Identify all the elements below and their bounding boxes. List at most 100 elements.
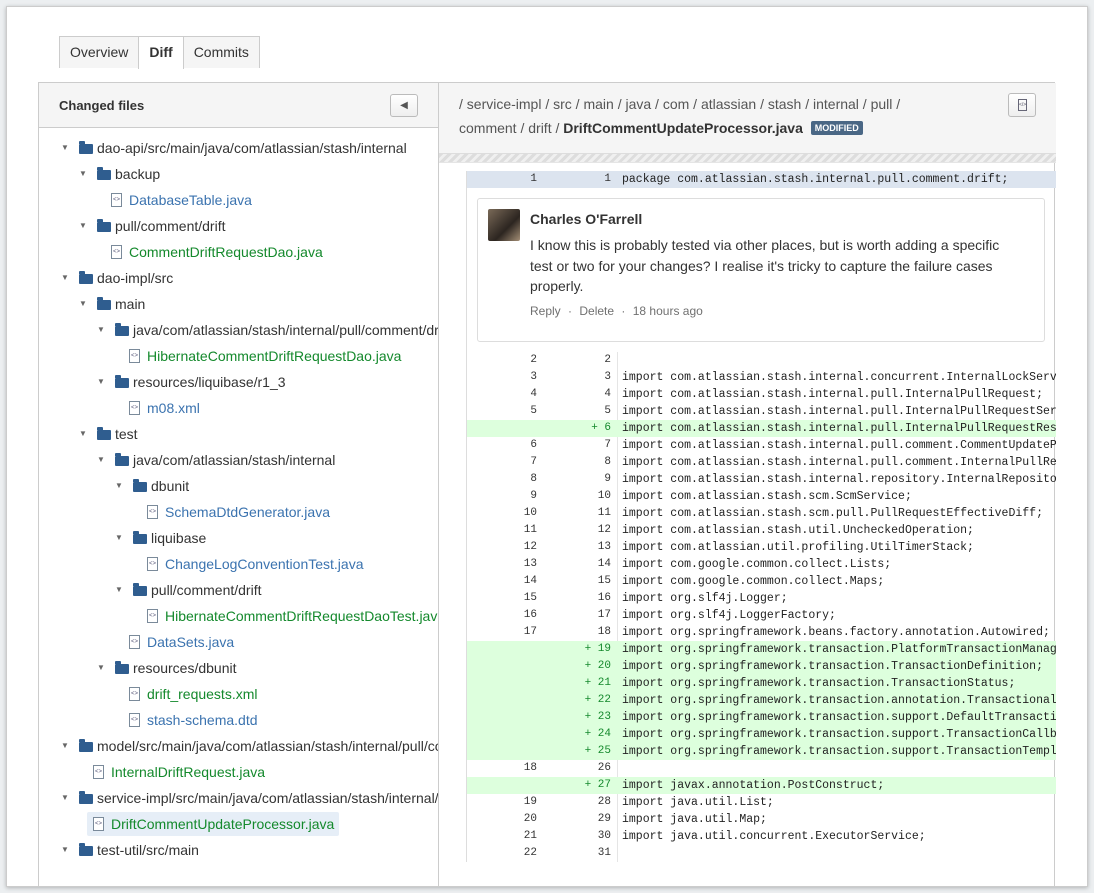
diff-line[interactable]: 17 18 import org.springframework.beans.fac…: [467, 624, 1056, 641]
diff-line[interactable]: 16 17 import org.slf4j.LoggerFactory;: [467, 607, 1056, 624]
new-line-number: 7: [604, 439, 611, 451]
diff-line[interactable]: 4 4 import com.atlassian.stash.internal.pu…: [467, 386, 1056, 403]
diff-line[interactable]: 5 5 import com.atlassian.stash.internal.pu…: [467, 403, 1056, 420]
diff-line[interactable]: 9 10 import com.atlassian.stash.scm.ScmSer…: [467, 488, 1056, 505]
tab-overview[interactable]: Overview: [59, 36, 140, 68]
tree-folder-row[interactable]: ▼ model/src/main/java/com/atlassian/stash…: [39, 733, 438, 759]
gutter-divider: [617, 437, 618, 454]
tree-folder-row[interactable]: ▼ dao-api/src/main/java/com/atlassian/sta…: [39, 135, 438, 161]
tree-file-row[interactable]: <> SchemaDtdGenerator.java: [39, 499, 438, 525]
tree-file-row[interactable]: <> DatabaseTable.java: [39, 187, 438, 213]
file-link[interactable]: HibernateCommentDriftRequestDaoTest.java: [165, 603, 438, 629]
diff-line-added[interactable]: + 27 import javax.annotation.PostConstruc…: [467, 777, 1056, 794]
chevron-down-icon[interactable]: ▼: [115, 473, 125, 499]
chevron-down-icon[interactable]: ▼: [61, 265, 71, 291]
file-link[interactable]: drift_requests.xml: [147, 681, 257, 707]
tree-file-row[interactable]: <> HibernateCommentDriftRequestDaoTest.ja…: [39, 603, 438, 629]
diff-line[interactable]: 1 1 package com.atlassian.stash.internal…: [467, 171, 1056, 188]
file-link[interactable]: DataSets.java: [147, 629, 234, 655]
tab-diff[interactable]: Diff: [138, 36, 184, 69]
diff-line[interactable]: 21 30 import java.util.concurrent.Executor…: [467, 828, 1056, 845]
chevron-down-icon[interactable]: ▼: [97, 447, 107, 473]
diff-line[interactable]: 6 7 import com.atlassian.stash.internal.pu…: [467, 437, 1056, 454]
tree-file-row[interactable]: <> HibernateCommentDriftRequestDao.java: [39, 343, 438, 369]
diff-line[interactable]: 22 31: [467, 845, 1056, 862]
diff-line[interactable]: 19 28 import java.util.List;: [467, 794, 1056, 811]
reply-link[interactable]: Reply: [530, 304, 561, 318]
tree-folder-row[interactable]: ▼ java/com/atlassian/stash/internal: [39, 447, 438, 473]
chevron-down-icon[interactable]: ▼: [61, 135, 71, 161]
diff-line-added[interactable]: + 20 import org.springframework.transacti…: [467, 658, 1056, 675]
tree-folder-row[interactable]: ▼ main: [39, 291, 438, 317]
chevron-down-icon[interactable]: ▼: [97, 655, 107, 681]
diff-line[interactable]: 10 11 import com.atlassian.stash.scm.pull.…: [467, 505, 1056, 522]
tree-folder-row[interactable]: ▼ resources/dbunit: [39, 655, 438, 681]
diff-line-added[interactable]: + 19 import org.springframework.transacti…: [467, 641, 1056, 658]
tree-folder-row[interactable]: ▼ java/com/atlassian/stash/internal/pull/…: [39, 317, 438, 343]
tree-file-row[interactable]: <> InternalDriftRequest.java: [39, 759, 438, 785]
diff-line-added[interactable]: + 25 import org.springframework.transacti…: [467, 743, 1056, 760]
diff-line-added[interactable]: + 23 import org.springframework.transacti…: [467, 709, 1056, 726]
collapse-sidebar-button[interactable]: ◀: [390, 94, 418, 117]
diff-line[interactable]: 14 15 import com.google.common.collect.Map…: [467, 573, 1056, 590]
chevron-down-icon[interactable]: ▼: [115, 525, 125, 551]
diff-line[interactable]: 13 14 import com.google.common.collect.Lis…: [467, 556, 1056, 573]
diff-line[interactable]: 3 3 import com.atlassian.stash.internal.co…: [467, 369, 1056, 386]
tree-folder-row[interactable]: ▼ pull/comment/drift: [39, 577, 438, 603]
tree-file-row[interactable]: <> DataSets.java: [39, 629, 438, 655]
diff-line-added[interactable]: + 24 import org.springframework.transacti…: [467, 726, 1056, 743]
delete-link[interactable]: Delete: [579, 304, 614, 318]
file-link[interactable]: DriftCommentUpdateProcessor.java: [111, 811, 334, 837]
diff-line[interactable]: 7 8 import com.atlassian.stash.internal.pu…: [467, 454, 1056, 471]
tree-file-row[interactable]: <> stash-schema.dtd: [39, 707, 438, 733]
tree-folder-row[interactable]: ▼ pull/comment/drift: [39, 213, 438, 239]
file-link[interactable]: InternalDriftRequest.java: [111, 759, 265, 785]
tree-file-row[interactable]: <> drift_requests.xml: [39, 681, 438, 707]
diff-line-added[interactable]: + 21 import org.springframework.transacti…: [467, 675, 1056, 692]
diff-line[interactable]: 22: [467, 352, 1056, 369]
diff-line[interactable]: 11 12 import com.atlassian.stash.util.Unch…: [467, 522, 1056, 539]
chevron-down-icon[interactable]: ▼: [61, 785, 71, 811]
tree-folder-row[interactable]: ▼ liquibase: [39, 525, 438, 551]
tree-folder-row[interactable]: ▼ service-impl/src/main/java/com/atlassia…: [39, 785, 438, 811]
diff-line[interactable]: 20 29 import java.util.Map;: [467, 811, 1056, 828]
diff-line-added[interactable]: + 6 import com.atlassian.stash.internal.p…: [467, 420, 1056, 437]
chevron-down-icon[interactable]: ▼: [79, 291, 89, 317]
diff-line[interactable]: 12 13 import com.atlassian.util.profiling.…: [467, 539, 1056, 556]
tree-file-row[interactable]: <> ChangeLogConventionTest.java: [39, 551, 438, 577]
comment-author[interactable]: Charles O'Farrell: [530, 211, 642, 227]
tab-commits[interactable]: Commits: [182, 36, 260, 68]
chevron-down-icon[interactable]: ▼: [97, 317, 107, 343]
chevron-down-icon[interactable]: ▼: [61, 733, 71, 759]
file-link[interactable]: DatabaseTable.java: [129, 187, 252, 213]
code-text: import com.atlassian.stash.internal.repo…: [622, 473, 1056, 486]
chevron-down-icon[interactable]: ▼: [115, 577, 125, 603]
tree-file-row[interactable]: <> DriftCommentUpdateProcessor.java: [39, 811, 438, 837]
avatar[interactable]: [488, 209, 520, 241]
tree-folder-row[interactable]: ▼ resources/liquibase/r1_3: [39, 369, 438, 395]
tree-folder-row[interactable]: ▼ dao-impl/src: [39, 265, 438, 291]
file-link[interactable]: SchemaDtdGenerator.java: [165, 499, 330, 525]
tree-file-row[interactable]: <> m08.xml: [39, 395, 438, 421]
tree-folder-row[interactable]: ▼ dbunit: [39, 473, 438, 499]
tree-file-row[interactable]: <> CommentDriftRequestDao.java: [39, 239, 438, 265]
diff-line[interactable]: 8 9 import com.atlassian.stash.internal.re…: [467, 471, 1056, 488]
file-link[interactable]: ChangeLogConventionTest.java: [165, 551, 363, 577]
tree-folder-row[interactable]: ▼ test: [39, 421, 438, 447]
diff-line[interactable]: 18 26: [467, 760, 1056, 777]
chevron-down-icon[interactable]: ▼: [79, 161, 89, 187]
chevron-down-icon[interactable]: ▼: [61, 837, 71, 863]
file-link[interactable]: HibernateCommentDriftRequestDao.java: [147, 343, 401, 369]
gutter-divider: [617, 505, 618, 522]
tree-folder-row[interactable]: ▼ test-util/src/main: [39, 837, 438, 863]
tree-folder-row[interactable]: ▼ backup: [39, 161, 438, 187]
chevron-down-icon[interactable]: ▼: [97, 369, 107, 395]
diff-line-added[interactable]: + 22 import org.springframework.transacti…: [467, 692, 1056, 709]
view-raw-button[interactable]: </>: [1008, 93, 1036, 117]
file-link[interactable]: stash-schema.dtd: [147, 707, 258, 733]
chevron-down-icon[interactable]: ▼: [79, 421, 89, 447]
diff-line[interactable]: 15 16 import org.slf4j.Logger;: [467, 590, 1056, 607]
file-link[interactable]: m08.xml: [147, 395, 200, 421]
file-link[interactable]: CommentDriftRequestDao.java: [129, 239, 323, 265]
chevron-down-icon[interactable]: ▼: [79, 213, 89, 239]
